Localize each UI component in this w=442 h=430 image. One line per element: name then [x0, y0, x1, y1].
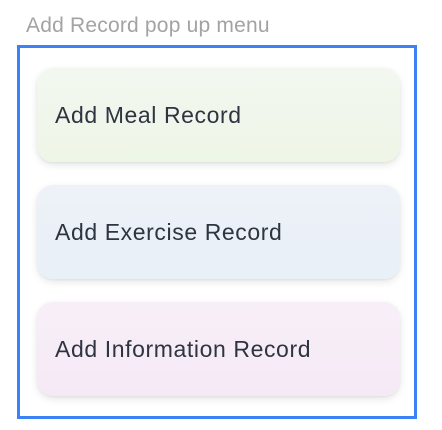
- add-information-record-button[interactable]: Add Information Record: [37, 302, 400, 396]
- add-meal-record-label: Add Meal Record: [55, 101, 242, 128]
- add-exercise-record-button[interactable]: Add Exercise Record: [37, 185, 400, 279]
- caption-label: Add Record pop up menu: [26, 14, 270, 37]
- add-exercise-record-label: Add Exercise Record: [55, 218, 283, 245]
- add-record-popup-menu: Add Meal Record Add Exercise Record Add …: [17, 45, 417, 419]
- add-information-record-label: Add Information Record: [55, 335, 312, 362]
- add-meal-record-button[interactable]: Add Meal Record: [37, 68, 400, 162]
